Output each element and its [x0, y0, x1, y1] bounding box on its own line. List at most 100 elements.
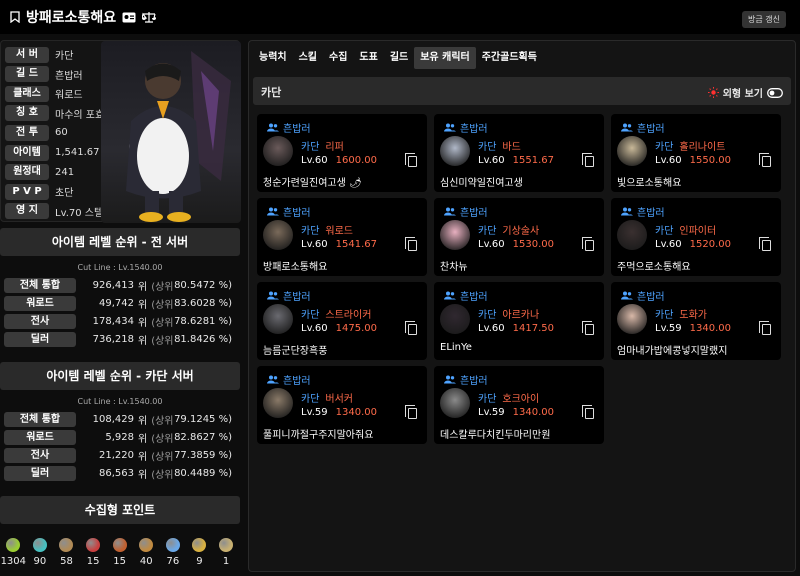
rank-sub: (상위: [151, 317, 174, 329]
profile-row-value: 마수의 포효: [55, 109, 105, 121]
character-server-class: 카단 바드: [478, 138, 521, 153]
users-icon: [267, 291, 279, 300]
character-level: Lv.60: [655, 239, 682, 250]
profile-row-label: 칭 호: [5, 105, 49, 122]
gathering-item[interactable]: 15: [80, 538, 107, 570]
character-card[interactable]: 흔밥러 카단 워로드 Lv.60 1541.67 방패로소통해요: [257, 198, 427, 276]
character-guild-name: 흔밥러: [283, 208, 311, 219]
character-server: 카단: [655, 142, 674, 153]
gathering-item[interactable]: 1304: [0, 538, 27, 570]
character-name: 데스칼루다치킨두마리만원: [440, 430, 551, 441]
character-class: 인파이터: [679, 226, 717, 237]
giant-heart-icon: [86, 538, 101, 552]
scale-icon[interactable]: [142, 11, 157, 23]
character-card[interactable]: 흔밥러 카단 도화가 Lv.59 1340.00 엄마내가밥에콩넣지말랬지: [611, 282, 781, 360]
gathering-item[interactable]: 1: [213, 538, 240, 570]
copy-icon[interactable]: [405, 237, 417, 251]
rank-server-title: 아이템 레벨 순위 - 카단 서버: [0, 362, 240, 390]
tab-item[interactable]: 스킬: [293, 47, 323, 69]
gathering-item[interactable]: 9: [186, 538, 213, 570]
character-class: 버서커: [325, 394, 354, 405]
character-server-class: 카단 홀리나이트: [655, 138, 725, 153]
character-item-level: 1541.67: [335, 239, 377, 250]
character-card[interactable]: 흔밥러 카단 버서커 Lv.59 1340.00 풀피니까절구주지말아줘요: [257, 366, 427, 444]
users-icon: [267, 375, 279, 384]
gathering-item[interactable]: 76: [160, 538, 187, 570]
gathering-value: 58: [60, 556, 73, 567]
copy-icon[interactable]: [759, 237, 771, 251]
gathering-value: 1304: [0, 556, 27, 567]
rank-percent: 79.1245 %): [174, 413, 232, 425]
character-level-line: Lv.60 1600.00: [301, 155, 377, 166]
character-card[interactable]: 흔밥러 카단 호크아이 Lv.59 1340.00 데스칼루다치킨두마리만원: [434, 366, 604, 444]
rank-sub: (상위: [151, 299, 174, 311]
copy-icon[interactable]: [582, 153, 594, 167]
character-level: Lv.59: [655, 323, 682, 334]
users-icon: [267, 123, 279, 132]
character-server: 카단: [301, 394, 320, 405]
character-level: Lv.59: [301, 407, 328, 418]
character-class: 리퍼: [325, 142, 344, 153]
refresh-button[interactable]: 방금 갱신: [742, 11, 786, 28]
profile-row: 원정대 241: [5, 164, 74, 181]
server-header: 카단 외형 보기: [253, 77, 791, 105]
profile-row-label: 전 투: [5, 124, 49, 141]
copy-icon[interactable]: [759, 321, 771, 335]
profile-row: 전 투 60: [5, 124, 68, 141]
character-card[interactable]: 흔밥러 카단 바드 Lv.60 1551.67 심신미약일진여고생: [434, 114, 604, 192]
rank-percent: 82.8627 %): [174, 431, 232, 443]
character-card[interactable]: 흔밥러 카단 리퍼 Lv.60 1600.00 청순가련일진여고생 🌶: [257, 114, 427, 192]
copy-icon[interactable]: [582, 405, 594, 419]
rank-percent: 83.6028 %): [174, 297, 232, 309]
profile-row-label: 영 지: [5, 203, 49, 220]
character-guild: 흔밥러: [267, 204, 311, 219]
character-thumbnail: [263, 304, 293, 334]
gathering-item[interactable]: 58: [53, 538, 80, 570]
character-card[interactable]: 흔밥러 카단 스트라이커 Lv.60 1475.00 늠름군단장흑풍: [257, 282, 427, 360]
copy-icon[interactable]: [582, 237, 594, 251]
rank-label: 전사: [4, 313, 76, 329]
copy-icon[interactable]: [405, 405, 417, 419]
character-class: 기상술사: [502, 226, 540, 237]
character-item-level: 1520.00: [689, 239, 731, 250]
users-icon: [444, 375, 456, 384]
character-card[interactable]: 흔밥러 카단 아르카나 Lv.60 1417.50 ELinYe: [434, 282, 604, 360]
character-card[interactable]: 흔밥러 카단 홀리나이트 Lv.60 1550.00 빛으로소통해요: [611, 114, 781, 192]
character-guild: 흔밥러: [267, 288, 311, 303]
tab-item[interactable]: 주간골드획득: [476, 47, 543, 69]
tab-item[interactable]: 보유 캐릭터: [414, 47, 476, 69]
rank-server-cutline: Cut Line : Lv.1540.00: [77, 397, 163, 406]
users-icon: [621, 291, 633, 300]
tab-item[interactable]: 능력치: [253, 47, 293, 69]
gathering-value: 15: [113, 556, 127, 567]
copy-icon[interactable]: [582, 321, 594, 335]
copy-icon[interactable]: [405, 153, 417, 167]
bookmark-icon[interactable]: [10, 11, 20, 23]
ignea-token-icon: [112, 538, 127, 552]
character-thumbnail: [440, 304, 470, 334]
character-card[interactable]: 흔밥러 카단 인파이터 Lv.60 1520.00 주먹으로소통해요: [611, 198, 781, 276]
rank-sub: (상위: [151, 433, 174, 445]
tab-item[interactable]: 길드: [384, 47, 414, 69]
gathering-item[interactable]: 15: [106, 538, 133, 570]
rank-unit: 위: [138, 335, 148, 347]
rank-label: 전사: [4, 447, 76, 463]
profile-row-value: 초단: [55, 188, 74, 200]
copy-icon[interactable]: [405, 321, 417, 335]
tab-item[interactable]: 수집: [323, 47, 353, 69]
gathering-value: 15: [86, 556, 100, 567]
gathering-item[interactable]: 40: [133, 538, 160, 570]
copy-icon[interactable]: [759, 153, 771, 167]
toggle-switch-icon[interactable]: [767, 87, 783, 98]
character-item-level: 1550.00: [689, 155, 731, 166]
character-level-line: Lv.60 1551.67: [478, 155, 554, 166]
gathering-item[interactable]: 90: [27, 538, 54, 570]
gathering-value: 1: [222, 556, 230, 567]
appearance-toggle[interactable]: 외형 보기: [707, 85, 783, 100]
id-card-icon[interactable]: [122, 12, 136, 23]
character-server-class: 카단 인파이터: [655, 222, 716, 237]
character-card[interactable]: 흔밥러 카단 기상술사 Lv.60 1530.00 찬차뉴: [434, 198, 604, 276]
profile-row: 클래스 워로드: [5, 85, 83, 102]
rank-percent: 77.3859 %): [174, 449, 232, 461]
tab-item[interactable]: 도표: [353, 47, 383, 69]
